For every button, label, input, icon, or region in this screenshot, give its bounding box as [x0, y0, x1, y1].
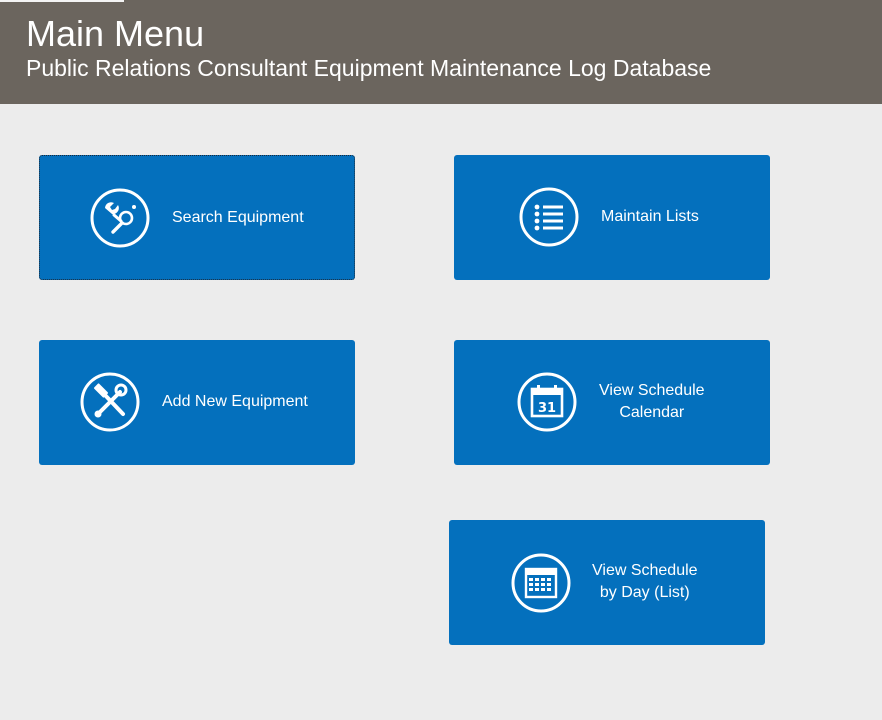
view-schedule-by-day-label: View Schedule by Day (List) — [592, 560, 698, 604]
maintain-lists-button[interactable]: Maintain Lists — [454, 155, 770, 280]
page-subtitle: Public Relations Consultant Equipment Ma… — [26, 55, 712, 81]
header-tab-strip — [0, 0, 124, 2]
list-icon — [519, 187, 579, 247]
view-schedule-by-day-line1: View Schedule — [592, 562, 698, 579]
search-tools-icon — [90, 188, 150, 248]
page-title: Main Menu — [26, 13, 205, 54]
search-equipment-label: Search Equipment — [172, 209, 304, 226]
maintain-lists-label: Maintain Lists — [601, 208, 699, 225]
add-new-equipment-label: Add New Equipment — [162, 393, 308, 410]
view-schedule-calendar-line1: View Schedule — [599, 382, 705, 399]
header-bar: Main Menu Public Relations Consultant Eq… — [0, 0, 882, 104]
view-schedule-by-day-button[interactable]: View Schedule by Day (List) — [449, 520, 765, 645]
calendar-grid-icon — [511, 553, 571, 613]
view-schedule-calendar-label: View Schedule Calendar — [599, 380, 705, 424]
view-schedule-calendar-line2: Calendar — [619, 404, 685, 421]
calendar-31-icon: 31 — [517, 372, 577, 432]
wrench-hammer-icon — [80, 372, 140, 432]
view-schedule-by-day-line2: by Day (List) — [599, 584, 690, 601]
view-schedule-calendar-button[interactable]: 31 View Schedule Calendar — [454, 340, 770, 465]
search-equipment-button[interactable]: Search Equipment — [39, 155, 355, 280]
svg-text:31: 31 — [538, 401, 556, 416]
add-new-equipment-button[interactable]: Add New Equipment — [39, 340, 355, 465]
